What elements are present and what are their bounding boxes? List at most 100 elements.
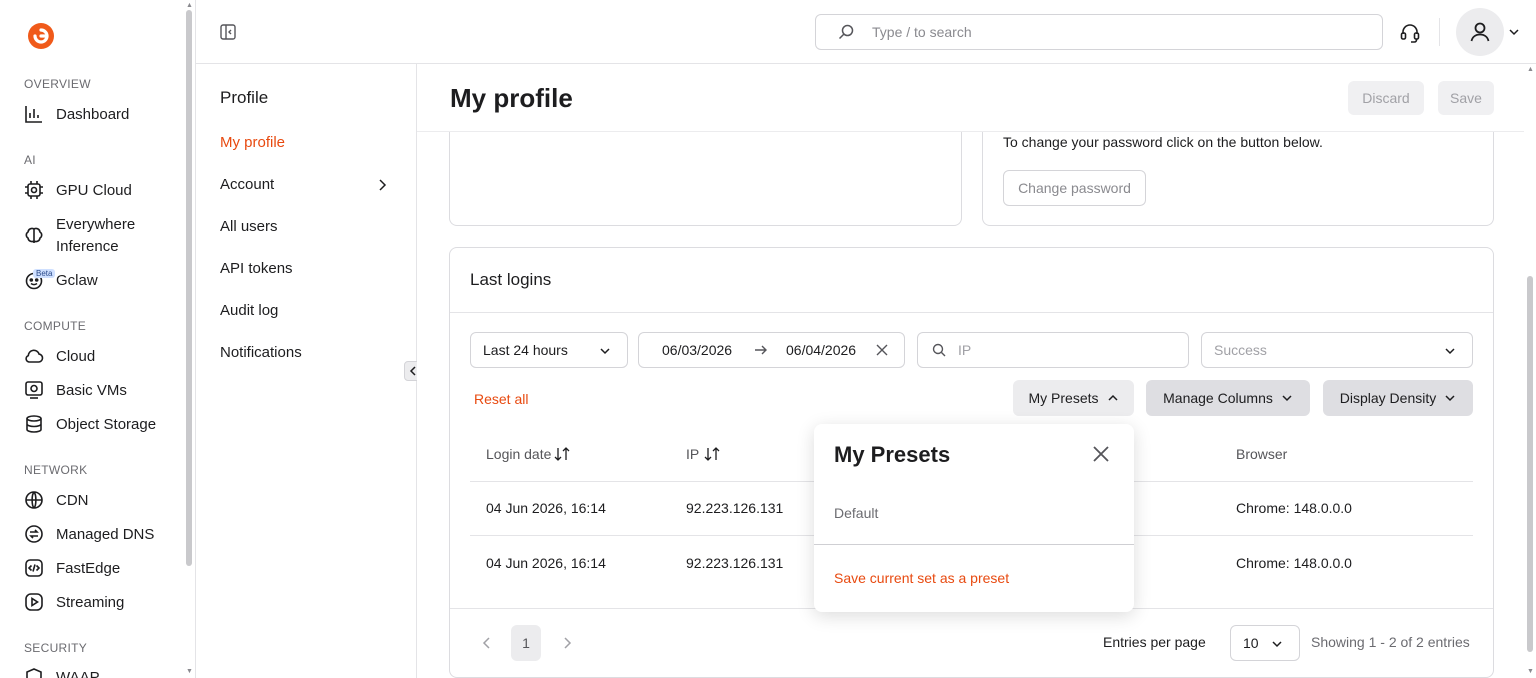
nav-label: FastEdge xyxy=(56,559,121,577)
nav-item-object-storage[interactable]: Object Storage xyxy=(24,414,156,434)
nav-section-overview: OVERVIEW xyxy=(24,77,91,91)
page-title: My profile xyxy=(450,83,573,113)
status-select[interactable]: Success xyxy=(1201,332,1473,368)
subnav-item-my-profile[interactable]: My profile xyxy=(220,134,285,151)
nav-section-compute: COMPUTE xyxy=(24,319,87,333)
search-icon xyxy=(932,343,946,357)
prev-page-icon[interactable] xyxy=(482,636,492,650)
clear-icon[interactable] xyxy=(876,344,888,356)
period-select[interactable]: Last 24 hours xyxy=(470,332,628,368)
gcore-logo-icon[interactable] xyxy=(26,21,56,51)
chip-icon xyxy=(24,180,44,200)
page-number-button[interactable]: 1 xyxy=(511,625,541,661)
cell-ip: 92.223.126.131 xyxy=(686,555,784,571)
password-hint: To change your password click on the but… xyxy=(1003,134,1323,150)
sort-icon[interactable] xyxy=(704,447,720,461)
nav-item-gpu-cloud[interactable]: GPU Cloud xyxy=(24,180,132,200)
cell-browser: Chrome: 148.0.0.0 xyxy=(1236,500,1352,516)
header-divider xyxy=(1439,18,1440,46)
nav-scrollbar[interactable] xyxy=(186,10,192,566)
close-icon[interactable] xyxy=(1092,445,1110,463)
subnav-item-all-users[interactable]: All users xyxy=(220,218,278,235)
nav-item-waap[interactable]: WAAP xyxy=(24,667,100,678)
popover-divider xyxy=(814,544,1134,545)
discard-button[interactable]: Discard xyxy=(1348,81,1424,115)
column-ip[interactable]: IP xyxy=(686,446,720,462)
card-divider xyxy=(450,312,1493,313)
chevron-down-icon[interactable] xyxy=(1508,26,1520,38)
scroll-down-icon[interactable]: ▼ xyxy=(1527,668,1534,675)
reset-all-link[interactable]: Reset all xyxy=(474,391,528,407)
left-navigation: OVERVIEW Dashboard AI GPU Cloud Everywhe… xyxy=(0,0,196,678)
sort-icon[interactable] xyxy=(554,447,570,461)
presets-popover-title: My Presets xyxy=(834,442,951,467)
nav-item-managed-dns[interactable]: Managed DNS xyxy=(24,524,154,544)
arrow-right-icon xyxy=(754,344,768,356)
next-page-icon[interactable] xyxy=(562,636,572,650)
date-to[interactable]: 06/04/2026 xyxy=(786,342,856,358)
code-icon xyxy=(24,558,44,578)
nav-label: WAAP xyxy=(56,668,100,678)
nav-item-everywhere-inference[interactable]: Everywhere Inference xyxy=(24,214,135,258)
cell-ip: 92.223.126.131 xyxy=(686,500,784,516)
date-range-picker[interactable]: 06/03/2026 06/04/2026 xyxy=(638,332,905,368)
beta-badge: Beta xyxy=(33,269,56,278)
nav-label: GPU Cloud xyxy=(56,181,132,199)
subnav-label: Account xyxy=(220,176,275,193)
my-presets-button[interactable]: My Presets xyxy=(1013,380,1134,416)
avatar[interactable] xyxy=(1456,8,1504,56)
nav-item-dashboard[interactable]: Dashboard xyxy=(24,104,129,124)
preset-default[interactable]: Default xyxy=(834,505,878,521)
scroll-up-icon[interactable]: ▲ xyxy=(186,2,193,9)
subnav-item-account[interactable]: Account xyxy=(220,176,390,193)
nav-label: Object Storage xyxy=(56,415,157,433)
column-label: IP xyxy=(686,446,700,462)
ip-filter-input[interactable]: IP xyxy=(917,332,1189,368)
nav-item-cloud[interactable]: Cloud xyxy=(24,346,95,366)
profile-card xyxy=(449,120,962,226)
nav-item-cdn[interactable]: CDN xyxy=(24,490,89,510)
save-preset-link[interactable]: Save current set as a preset xyxy=(834,570,1009,586)
chevron-down-icon xyxy=(599,345,611,357)
chevron-right-icon xyxy=(376,178,388,192)
change-password-button[interactable]: Change password xyxy=(1003,170,1146,206)
nav-item-basic-vms[interactable]: Basic VMs xyxy=(24,380,127,400)
column-browser[interactable]: Browser xyxy=(1236,446,1287,462)
nav-label: Basic VMs xyxy=(56,381,127,399)
bar-chart-icon xyxy=(24,104,44,124)
nav-label: Dashboard xyxy=(56,105,130,123)
entries-value: 10 xyxy=(1243,635,1259,651)
nav-label: Inference xyxy=(56,238,119,255)
subnav-title: Profile xyxy=(220,88,269,107)
manage-columns-button[interactable]: Manage Columns xyxy=(1146,380,1310,416)
database-icon xyxy=(24,414,44,434)
profile-subnav: Profile My profile Account All users API… xyxy=(196,64,422,678)
subnav-item-notifications[interactable]: Notifications xyxy=(220,344,302,361)
nav-item-fastedge[interactable]: FastEdge xyxy=(24,558,120,578)
date-from[interactable]: 06/03/2026 xyxy=(662,342,732,358)
scroll-down-icon[interactable]: ▼ xyxy=(186,668,193,675)
top-bar: Type / to search xyxy=(196,0,1536,64)
save-button[interactable]: Save xyxy=(1438,81,1494,115)
cell-login-date: 04 Jun 2026, 16:14 xyxy=(486,555,606,571)
manage-columns-label: Manage Columns xyxy=(1163,390,1273,406)
collapse-sidebar-icon[interactable] xyxy=(220,24,236,40)
scroll-up-icon[interactable]: ▲ xyxy=(1527,66,1534,73)
cell-login-date: 04 Jun 2026, 16:14 xyxy=(486,500,606,516)
nav-label: Cloud xyxy=(56,347,96,365)
search-icon xyxy=(838,24,854,40)
main-scrollbar[interactable] xyxy=(1527,276,1533,652)
last-logins-title: Last logins xyxy=(470,270,552,289)
column-label: Login date xyxy=(486,446,552,462)
column-login-date[interactable]: Login date xyxy=(486,446,570,462)
nav-label: Managed DNS xyxy=(56,525,155,543)
display-density-button[interactable]: Display Density xyxy=(1323,380,1473,416)
entries-per-page-select[interactable]: 10 xyxy=(1230,625,1300,661)
subnav-item-api-tokens[interactable]: API tokens xyxy=(220,260,293,277)
support-headset-icon[interactable] xyxy=(1399,22,1421,44)
search-input[interactable]: Type / to search xyxy=(815,14,1383,50)
nav-label: CDN xyxy=(56,491,89,509)
nav-label: Gclaw xyxy=(56,271,98,289)
nav-item-streaming[interactable]: Streaming xyxy=(24,592,124,612)
subnav-item-audit-log[interactable]: Audit log xyxy=(220,302,278,319)
